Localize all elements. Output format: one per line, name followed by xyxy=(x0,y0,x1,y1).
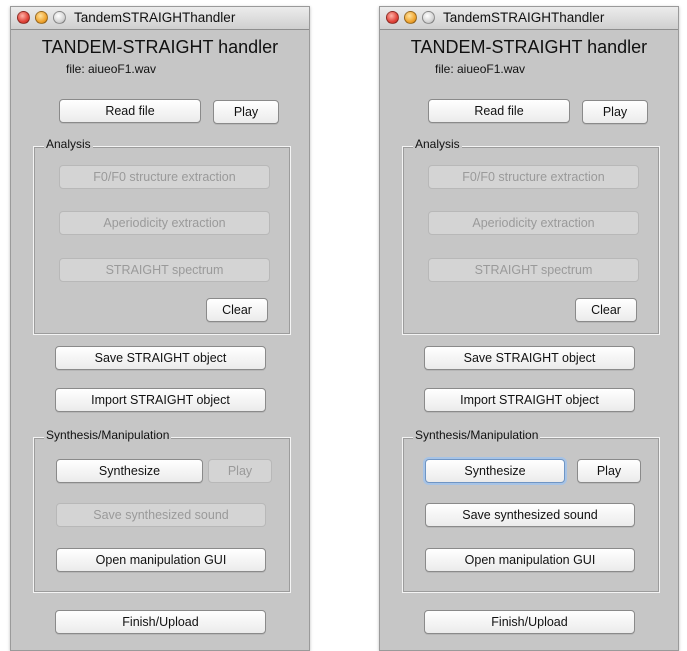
straight-spectrum-button[interactable]: STRAIGHT spectrum xyxy=(59,258,270,282)
synth-play-button[interactable]: Play xyxy=(577,459,641,483)
analysis-label: Analysis xyxy=(44,137,93,151)
save-straight-object-button[interactable]: Save STRAIGHT object xyxy=(424,346,635,370)
app-title: TANDEM-STRAIGHT handler xyxy=(41,37,279,57)
close-icon[interactable] xyxy=(17,11,30,24)
synth-play-button[interactable]: Play xyxy=(208,459,272,483)
aperiodicity-button[interactable]: Aperiodicity extraction xyxy=(59,211,270,235)
open-manipulation-gui-button[interactable]: Open manipulation GUI xyxy=(425,548,635,572)
window-title: TandemSTRAIGHThandler xyxy=(443,10,605,25)
synthesis-label: Synthesis/Manipulation xyxy=(413,428,541,442)
import-straight-object-button[interactable]: Import STRAIGHT object xyxy=(424,388,635,412)
minimize-icon[interactable] xyxy=(35,11,48,24)
handler-window-right: TandemSTRAIGHThandler TANDEM-STRAIGHT ha… xyxy=(379,6,679,651)
close-icon[interactable] xyxy=(386,11,399,24)
save-synthesized-sound-button[interactable]: Save synthesized sound xyxy=(425,503,635,527)
save-straight-object-button[interactable]: Save STRAIGHT object xyxy=(55,346,266,370)
analysis-label: Analysis xyxy=(413,137,462,151)
save-synthesized-sound-button[interactable]: Save synthesized sound xyxy=(56,503,266,527)
read-file-button[interactable]: Read file xyxy=(428,99,570,123)
synthesize-button[interactable]: Synthesize xyxy=(425,459,565,483)
f0-extraction-button[interactable]: F0/F0 structure extraction xyxy=(59,165,270,189)
open-manipulation-gui-button[interactable]: Open manipulation GUI xyxy=(56,548,266,572)
title-bar: TandemSTRAIGHThandler xyxy=(380,7,678,30)
f0-extraction-button[interactable]: F0/F0 structure extraction xyxy=(428,165,639,189)
minimize-icon[interactable] xyxy=(404,11,417,24)
synthesize-button[interactable]: Synthesize xyxy=(56,459,203,483)
aperiodicity-button[interactable]: Aperiodicity extraction xyxy=(428,211,639,235)
play-button[interactable]: Play xyxy=(582,100,648,124)
play-button[interactable]: Play xyxy=(213,100,279,124)
title-bar: TandemSTRAIGHThandler xyxy=(11,7,309,30)
synthesis-label: Synthesis/Manipulation xyxy=(44,428,172,442)
read-file-button[interactable]: Read file xyxy=(59,99,201,123)
handler-window-left: TandemSTRAIGHThandler TANDEM-STRAIGHT ha… xyxy=(10,6,310,651)
window-title: TandemSTRAIGHThandler xyxy=(74,10,236,25)
straight-spectrum-button[interactable]: STRAIGHT spectrum xyxy=(428,258,639,282)
import-straight-object-button[interactable]: Import STRAIGHT object xyxy=(55,388,266,412)
file-info: file: aiueoF1.wav xyxy=(435,62,526,76)
zoom-icon[interactable] xyxy=(422,11,435,24)
zoom-icon[interactable] xyxy=(53,11,66,24)
app-title: TANDEM-STRAIGHT handler xyxy=(410,37,648,57)
finish-upload-button[interactable]: Finish/Upload xyxy=(55,610,266,634)
finish-upload-button[interactable]: Finish/Upload xyxy=(424,610,635,634)
file-info: file: aiueoF1.wav xyxy=(66,62,157,76)
clear-button[interactable]: Clear xyxy=(206,298,268,322)
clear-button[interactable]: Clear xyxy=(575,298,637,322)
